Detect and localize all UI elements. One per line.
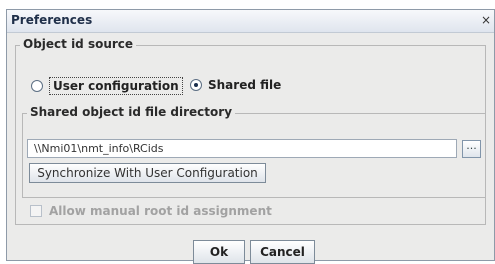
shared-directory-field[interactable]: \\Nmi01\nmt_info\RCids bbox=[27, 139, 457, 158]
synchronize-button[interactable]: Synchronize With User Configuration bbox=[29, 163, 266, 183]
ok-button[interactable]: Ok bbox=[193, 240, 245, 264]
close-icon[interactable]: × bbox=[480, 14, 492, 26]
radio-button-selected[interactable] bbox=[190, 79, 202, 91]
shared-directory-legend: Shared object id file directory bbox=[27, 105, 236, 119]
cancel-button[interactable]: Cancel bbox=[250, 240, 315, 264]
browse-button[interactable]: ... bbox=[462, 140, 481, 158]
manual-root-label: Allow manual root id assignment bbox=[49, 204, 272, 218]
radio-shared-file[interactable]: Shared file bbox=[190, 78, 281, 92]
radio-label: Shared file bbox=[208, 78, 282, 92]
radio-user-configuration[interactable]: User configuration bbox=[31, 77, 183, 95]
window-title: Preferences bbox=[11, 13, 93, 27]
object-id-source-legend: Object id source bbox=[20, 37, 137, 51]
manual-root-checkbox[interactable] bbox=[30, 205, 42, 217]
radio-button[interactable] bbox=[31, 80, 43, 92]
preferences-dialog: Preferences × Object id source User conf… bbox=[6, 9, 495, 264]
radio-label: User configuration bbox=[49, 77, 183, 95]
title-bar: Preferences × bbox=[7, 10, 494, 33]
